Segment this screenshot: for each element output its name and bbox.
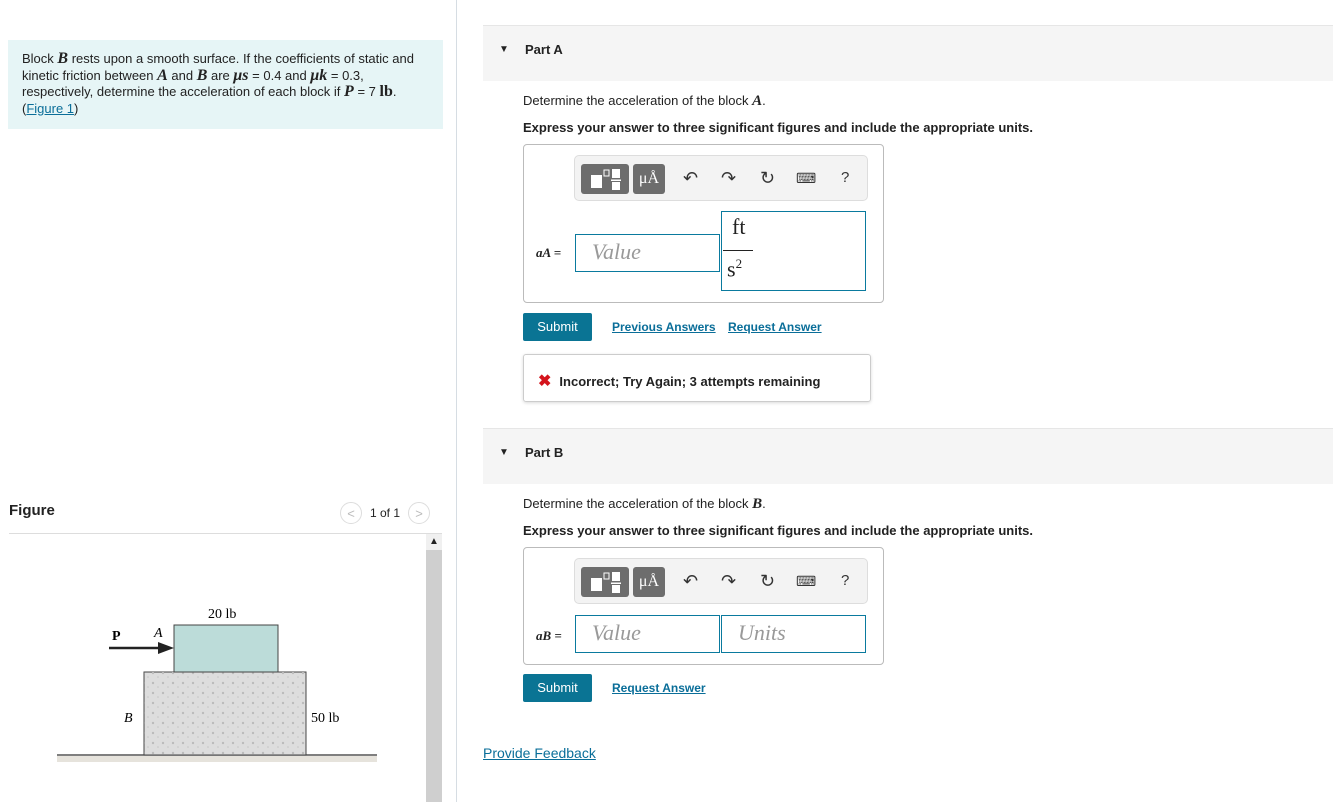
figure-diagram: P A B 20 lb 50 lb: [57, 607, 377, 762]
incorrect-feedback: ✖ Incorrect; Try Again; 3 attempts remain…: [523, 354, 871, 402]
provide-feedback-link[interactable]: Provide Feedback: [483, 745, 596, 761]
collapse-icon: ▼: [499, 447, 509, 458]
value-input-b[interactable]: Value: [575, 615, 720, 653]
keyboard-icon[interactable]: ⌨: [796, 170, 816, 187]
x-icon: ✖: [538, 373, 552, 390]
part-a-answer-box: μÅ ↶ ↷ ↻ ⌨ ? aA = Value ft s2: [523, 144, 884, 303]
math-toolbar: μÅ ↶ ↷ ↻ ⌨ ?: [574, 155, 868, 201]
problem-statement: Block B rests upon a smooth surface. If …: [8, 40, 443, 129]
part-a-instructions: Express your answer to three significant…: [523, 120, 1033, 135]
value-input-a[interactable]: Value: [575, 234, 720, 272]
undo-icon[interactable]: ↶: [683, 571, 698, 592]
figure-title: Figure: [9, 502, 55, 519]
reset-icon[interactable]: ↻: [760, 168, 775, 189]
var-label-a: aA =: [536, 245, 562, 260]
scroll-up-icon[interactable]: ▲: [426, 534, 442, 550]
part-b-question: Determine the acceleration of the block …: [523, 496, 766, 512]
label-a: A: [153, 626, 163, 641]
label-p: P: [112, 629, 121, 644]
units-input-b[interactable]: Units: [721, 615, 866, 653]
collapse-icon: ▼: [499, 44, 509, 55]
math-toolbar: μÅ ↶ ↷ ↻ ⌨ ?: [574, 558, 868, 604]
var-label-b: aB =: [536, 628, 562, 643]
submit-button-b[interactable]: Submit: [523, 674, 592, 702]
help-button[interactable]: ?: [841, 169, 849, 186]
request-answer-link-a[interactable]: Request Answer: [728, 320, 822, 334]
part-b-answer-box: μÅ ↶ ↷ ↻ ⌨ ? aB = Value Units: [523, 547, 884, 665]
label-b: B: [124, 711, 133, 726]
part-a-label: Part A: [525, 42, 563, 57]
submit-button-a[interactable]: Submit: [523, 313, 592, 341]
templates-button[interactable]: [581, 567, 629, 597]
request-answer-link-b[interactable]: Request Answer: [612, 681, 706, 695]
undo-icon[interactable]: ↶: [683, 168, 698, 189]
previous-answers-link[interactable]: Previous Answers: [612, 320, 716, 334]
next-figure-button[interactable]: >: [408, 502, 431, 524]
part-a-header[interactable]: ▼ Part A: [483, 25, 1333, 81]
redo-icon[interactable]: ↷: [721, 571, 736, 592]
block-a: [173, 624, 279, 673]
reset-icon[interactable]: ↻: [760, 571, 775, 592]
units-button[interactable]: μÅ: [633, 567, 665, 597]
figure-link[interactable]: Figure 1: [26, 101, 74, 116]
templates-button[interactable]: [581, 164, 629, 194]
help-button[interactable]: ?: [841, 572, 849, 589]
scrollbar[interactable]: [426, 534, 442, 802]
part-b-instructions: Express your answer to three significant…: [523, 523, 1033, 538]
part-b-label: Part B: [525, 445, 564, 460]
weight-a: 20 lb: [208, 607, 236, 622]
prev-figure-button[interactable]: <: [340, 502, 362, 524]
figure-pager: < 1 of 1 >: [340, 502, 431, 524]
weight-b: 50 lb: [311, 711, 339, 726]
part-b-header[interactable]: ▼ Part B: [483, 428, 1333, 484]
figure-divider: [9, 533, 442, 534]
units-input-a[interactable]: ft s2: [721, 211, 866, 291]
keyboard-icon[interactable]: ⌨: [796, 573, 816, 590]
pager-text: 1 of 1: [370, 506, 401, 520]
redo-icon[interactable]: ↷: [721, 168, 736, 189]
units-button[interactable]: μÅ: [633, 164, 665, 194]
part-a-question: Determine the acceleration of the block …: [523, 93, 766, 109]
divider: [456, 0, 457, 802]
